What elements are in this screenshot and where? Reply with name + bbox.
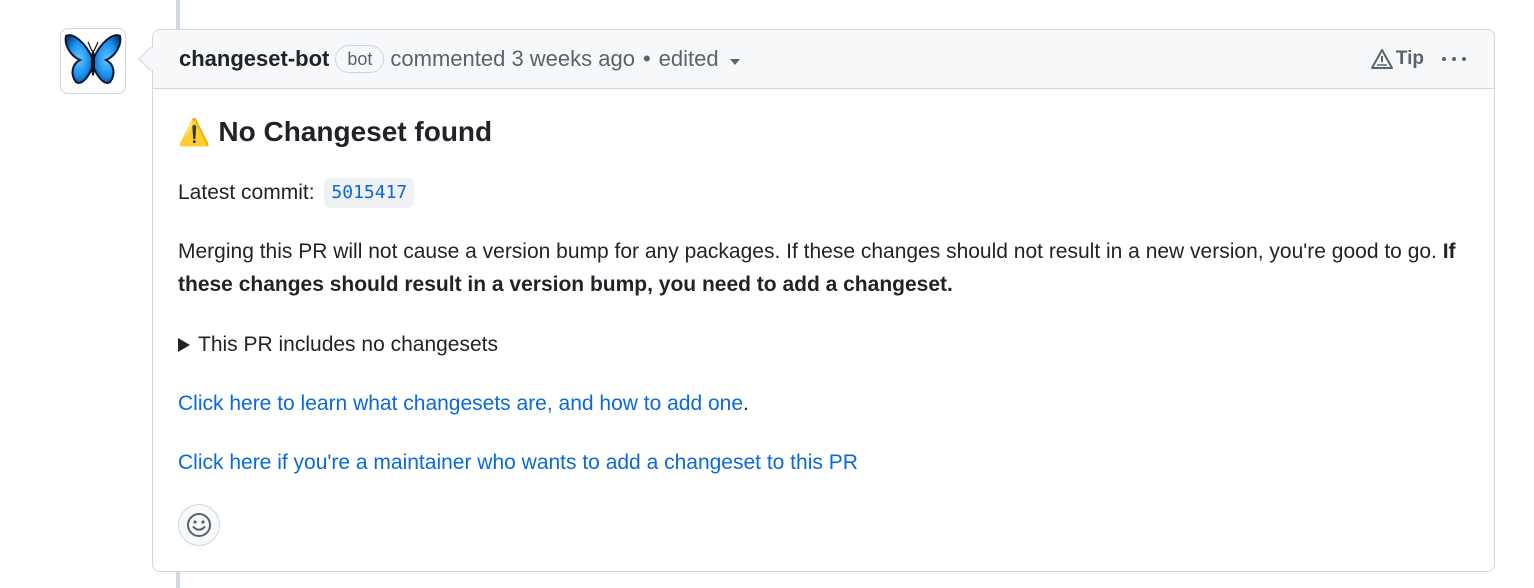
commit-sha-link[interactable]: 5015417 [324,178,415,209]
latest-commit-label: Latest commit: [178,181,321,204]
learn-line: Click here to learn what changesets are,… [178,387,749,420]
disclosure-triangle-icon [178,337,190,352]
comment-timestamp[interactable]: commented 3 weeks ago [390,46,635,72]
latest-commit-line: Latest commit: 5015417 [178,176,415,209]
smiley-icon [187,513,211,537]
header-actions: Tip [1370,30,1466,88]
author-name[interactable]: changeset-bot [179,46,329,72]
bot-badge: bot [335,45,385,73]
alert-triangle-icon [1370,49,1393,69]
maintainer-line: Click here if you're a maintainer who wa… [178,446,858,479]
comment-header: changeset-bot bot commented 3 weeks ago … [153,30,1494,89]
warning-icon: ⚠️ [178,116,211,147]
kebab-horizontal-icon[interactable] [1442,57,1466,61]
avatar[interactable] [60,28,126,94]
tip-button[interactable]: Tip [1370,48,1424,70]
butterfly-avatar-icon [64,34,122,84]
maintainer-add-changeset-link[interactable]: Click here if you're a maintainer who wa… [178,451,858,474]
learn-link-suffix: . [743,392,749,415]
comment-heading: ⚠️ No Changeset found [178,116,492,148]
merge-paragraph: Merging this PR will not cause a version… [178,235,1458,301]
edited-label[interactable]: edited [659,46,719,72]
learn-changesets-link[interactable]: Click here to learn what changesets are,… [178,392,743,415]
caret-down-icon[interactable] [729,46,741,72]
separator: • [642,46,651,71]
merge-text: Merging this PR will not cause a version… [178,240,1443,263]
tip-label: Tip [1395,48,1424,69]
changesets-details[interactable]: This PR includes no changesets [178,328,498,361]
heading-text: No Changeset found [218,116,493,147]
add-reaction-button[interactable] [178,504,220,546]
details-summary: This PR includes no changesets [198,333,498,356]
